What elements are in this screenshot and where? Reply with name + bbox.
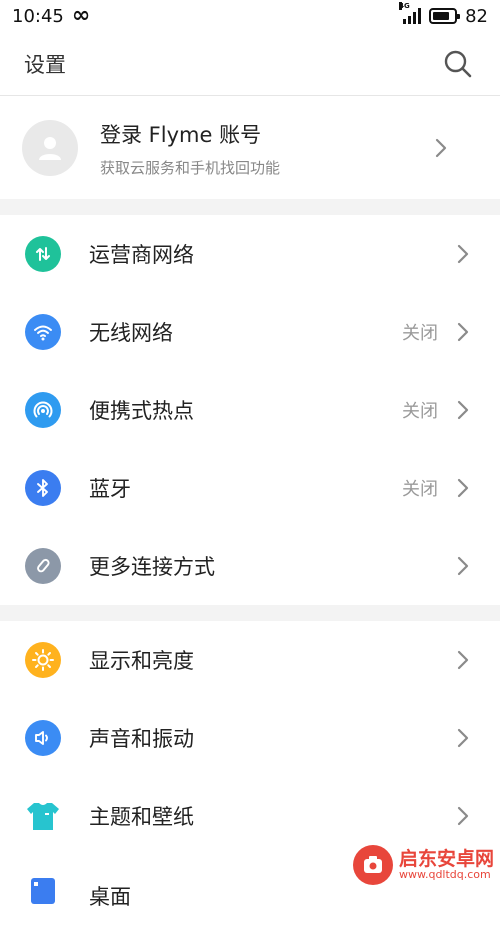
signal-icon: 4G bbox=[399, 2, 422, 24]
chevron-right-icon bbox=[457, 478, 469, 498]
link-icon bbox=[25, 548, 61, 584]
settings-item-label: 蓝牙 bbox=[89, 477, 131, 501]
chevron-right-icon bbox=[457, 806, 469, 826]
settings-item-theme[interactable]: 主题和壁纸 bbox=[0, 777, 500, 855]
search-icon bbox=[444, 50, 472, 77]
theme-icon bbox=[25, 798, 61, 834]
section-divider bbox=[0, 199, 500, 215]
battery-percent: 82 bbox=[465, 5, 488, 27]
user-icon bbox=[39, 137, 61, 160]
settings-item-label: 运营商网络 bbox=[89, 243, 194, 267]
account-subtitle: 获取云服务和手机找回功能 bbox=[100, 158, 281, 177]
settings-item-display[interactable]: 显示和亮度 bbox=[0, 621, 500, 699]
mobile-data-icon bbox=[25, 236, 61, 272]
chevron-right-icon bbox=[435, 138, 447, 158]
chevron-right-icon bbox=[457, 244, 469, 264]
settings-item-sound[interactable]: 声音和振动 bbox=[0, 699, 500, 777]
chevron-right-icon bbox=[457, 650, 469, 670]
settings-item-label: 主题和壁纸 bbox=[89, 805, 194, 829]
settings-item-label: 显示和亮度 bbox=[89, 649, 194, 673]
hotspot-icon bbox=[25, 392, 61, 428]
settings-item-more-connections[interactable]: 更多连接方式 bbox=[0, 527, 500, 605]
page-title: 设置 bbox=[24, 52, 66, 77]
brightness-icon bbox=[25, 642, 61, 678]
bluetooth-icon bbox=[25, 470, 61, 506]
watermark-url: www.qdltdq.com bbox=[398, 868, 491, 882]
settings-item-status: 关闭 bbox=[402, 401, 438, 422]
battery-icon bbox=[429, 8, 461, 24]
settings-item-label: 便携式热点 bbox=[89, 399, 194, 423]
search-button[interactable] bbox=[440, 46, 476, 82]
settings-item-hotspot[interactable]: 便携式热点 关闭 bbox=[0, 371, 500, 449]
app-header: 设置 bbox=[0, 32, 500, 96]
network-type: 4G bbox=[399, 2, 410, 10]
settings-item-status: 关闭 bbox=[402, 323, 438, 344]
avatar bbox=[22, 120, 78, 176]
watermark-title: 启东安卓网 bbox=[398, 847, 494, 870]
settings-item-wifi[interactable]: 无线网络 关闭 bbox=[0, 293, 500, 371]
chevron-right-icon bbox=[457, 400, 469, 420]
settings-item-status: 关闭 bbox=[402, 479, 438, 500]
status-bar: 10:45 ∞ 4G 82 bbox=[0, 0, 500, 32]
chevron-right-icon bbox=[457, 322, 469, 342]
account-login-row[interactable]: 登录 Flyme 账号 获取云服务和手机找回功能 bbox=[0, 97, 500, 199]
status-time: 10:45 bbox=[12, 5, 64, 27]
chevron-right-icon bbox=[457, 556, 469, 576]
desktop-icon bbox=[25, 873, 61, 909]
account-title: 登录 Flyme 账号 bbox=[100, 122, 262, 147]
infinity-icon: ∞ bbox=[71, 3, 91, 28]
watermark: 启东安卓网 www.qdltdq.com bbox=[352, 845, 494, 885]
chevron-right-icon bbox=[457, 728, 469, 748]
settings-item-label: 无线网络 bbox=[89, 321, 173, 345]
settings-item-carrier-network[interactable]: 运营商网络 bbox=[0, 215, 500, 293]
section-divider bbox=[0, 605, 500, 621]
settings-item-label: 桌面 bbox=[89, 885, 131, 909]
sound-icon bbox=[25, 720, 61, 756]
settings-item-label: 声音和振动 bbox=[89, 727, 194, 751]
settings-item-label: 更多连接方式 bbox=[89, 555, 215, 579]
settings-item-bluetooth[interactable]: 蓝牙 关闭 bbox=[0, 449, 500, 527]
watermark-logo bbox=[352, 845, 393, 885]
wifi-icon bbox=[25, 314, 61, 350]
